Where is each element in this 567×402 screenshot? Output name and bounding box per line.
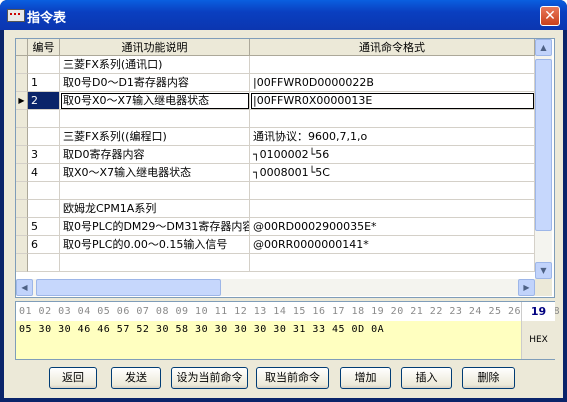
- vertical-scroll-thumb[interactable]: [535, 59, 552, 231]
- scroll-up-icon[interactable]: ▲: [535, 39, 552, 56]
- cell-description[interactable]: 取0号PLC的0.00～0.15输入信号: [60, 236, 250, 254]
- hex-panel: 01 02 03 04 05 06 07 08 09 10 11 12 13 1…: [15, 301, 560, 360]
- column-header-command[interactable]: 通讯命令格式: [250, 39, 535, 56]
- row-indicator[interactable]: [16, 56, 28, 74]
- row-indicator[interactable]: [16, 146, 28, 164]
- cell-description[interactable]: [60, 182, 250, 200]
- row-indicator-header: [16, 39, 28, 56]
- table-row[interactable]: ▶ 2 取0号X0～X7输入继电器状态 |00FFWR0X0000013E: [16, 92, 535, 110]
- send-button[interactable]: 发送: [111, 367, 161, 389]
- window-title: 指令表: [27, 11, 67, 26]
- back-button[interactable]: 返回: [49, 367, 97, 389]
- table-row[interactable]: 3 取D0寄存器内容 ┐0100002└56: [16, 146, 535, 164]
- cell-number[interactable]: [28, 200, 60, 218]
- row-indicator[interactable]: [16, 164, 28, 182]
- horizontal-scroll-thumb[interactable]: [36, 279, 221, 296]
- command-table-window: 指令表 ✕ 编号 通讯功能说明 通讯命令格式 三菱FX系列(通讯口) 1 取0号D0…: [0, 0, 567, 402]
- row-indicator[interactable]: [16, 200, 28, 218]
- cell-number[interactable]: [28, 56, 60, 74]
- cell-number[interactable]: [28, 128, 60, 146]
- row-indicator[interactable]: [16, 236, 28, 254]
- scroll-right-icon[interactable]: ▶: [518, 279, 535, 296]
- column-header-description[interactable]: 通讯功能说明: [60, 39, 250, 56]
- table-row[interactable]: 4 取X0～X7输入继电器状态 ┐0008001└5C: [16, 164, 535, 182]
- table-row[interactable]: [16, 254, 535, 272]
- vertical-scrollbar[interactable]: ▲ ▼: [535, 39, 552, 279]
- close-button[interactable]: ✕: [540, 6, 560, 26]
- cell-number[interactable]: 1: [28, 74, 60, 92]
- cell-description[interactable]: 取X0～X7输入继电器状态: [60, 164, 250, 182]
- table-row[interactable]: [16, 182, 535, 200]
- cell-description[interactable]: [60, 254, 250, 272]
- cell-command[interactable]: [250, 182, 535, 200]
- title-bar[interactable]: 指令表 ✕: [0, 0, 567, 30]
- cell-number[interactable]: [28, 182, 60, 200]
- insert-button[interactable]: 插入: [401, 367, 452, 389]
- dialog-body: 编号 通讯功能说明 通讯命令格式 三菱FX系列(通讯口) 1 取0号D0～D1寄存器…: [4, 30, 563, 398]
- cell-description[interactable]: 三菱FX系列(通讯口): [60, 56, 250, 74]
- get-current-command-button[interactable]: 取当前命令: [256, 367, 329, 389]
- cell-number[interactable]: [28, 110, 60, 128]
- row-indicator[interactable]: [16, 218, 28, 236]
- scroll-left-icon[interactable]: ◀: [16, 279, 33, 296]
- cell-command[interactable]: ┐0008001└5C: [250, 164, 535, 182]
- cell-description[interactable]: 取0号X0～X7输入继电器状态: [60, 92, 250, 110]
- cell-description[interactable]: 取0号D0～D1寄存器内容: [60, 74, 250, 92]
- cell-command[interactable]: [250, 56, 535, 74]
- cell-command[interactable]: @00RD0002900035E*: [250, 218, 535, 236]
- row-indicator[interactable]: [16, 182, 28, 200]
- column-header-number[interactable]: 编号: [28, 39, 60, 56]
- scroll-down-icon[interactable]: ▼: [535, 262, 552, 279]
- cell-description[interactable]: [60, 110, 250, 128]
- table-row[interactable]: 三菱FX系列((编程口) 通讯协议：9600,7,1,o: [16, 128, 535, 146]
- app-icon: [7, 9, 25, 22]
- row-indicator[interactable]: [16, 254, 28, 272]
- table-row[interactable]: 三菱FX系列(通讯口): [16, 56, 535, 74]
- cell-description[interactable]: 取0号PLC的DM29～DM31寄存器内容: [60, 218, 250, 236]
- cell-number[interactable]: 5: [28, 218, 60, 236]
- cell-number[interactable]: 4: [28, 164, 60, 182]
- cell-command[interactable]: [250, 110, 535, 128]
- byte-count: 19: [521, 302, 555, 321]
- cell-command[interactable]: |00FFWR0D0000022B: [250, 74, 535, 92]
- table-row[interactable]: 欧姆龙CPM1A系列: [16, 200, 535, 218]
- cell-number[interactable]: [28, 254, 60, 272]
- current-row-marker-icon[interactable]: ▶: [16, 92, 28, 110]
- cell-description[interactable]: 欧姆龙CPM1A系列: [60, 200, 250, 218]
- cell-number[interactable]: 6: [28, 236, 60, 254]
- cell-command[interactable]: [250, 200, 535, 218]
- command-grid[interactable]: 编号 通讯功能说明 通讯命令格式 三菱FX系列(通讯口) 1 取0号D0～D1寄存器…: [15, 38, 555, 298]
- table-row[interactable]: [16, 110, 535, 128]
- hex-mode-label[interactable]: HEX: [521, 321, 555, 359]
- horizontal-scrollbar[interactable]: ◀ ▶: [16, 279, 535, 296]
- row-indicator[interactable]: [16, 110, 28, 128]
- cell-number[interactable]: 3: [28, 146, 60, 164]
- table-row[interactable]: 5 取0号PLC的DM29～DM31寄存器内容 @00RD0002900035E*: [16, 218, 535, 236]
- cell-command[interactable]: @00RR0000000141*: [250, 236, 535, 254]
- delete-button[interactable]: 删除: [462, 367, 515, 389]
- add-button[interactable]: 增加: [340, 367, 391, 389]
- scrollbar-corner: [535, 279, 552, 296]
- cell-description[interactable]: 三菱FX系列((编程口): [60, 128, 250, 146]
- table-row[interactable]: 1 取0号D0～D1寄存器内容 |00FFWR0D0000022B: [16, 74, 535, 92]
- row-indicator[interactable]: [16, 74, 28, 92]
- row-indicator[interactable]: [16, 128, 28, 146]
- cell-command[interactable]: |00FFWR0X0000013E: [250, 92, 535, 110]
- cell-command[interactable]: 通讯协议：9600,7,1,o: [250, 128, 535, 146]
- byte-index-ruler: 01 02 03 04 05 06 07 08 09 10 11 12 13 1…: [16, 302, 560, 321]
- set-current-command-button[interactable]: 设为当前命令: [171, 367, 248, 389]
- table-row[interactable]: 6 取0号PLC的0.00～0.15输入信号 @00RR0000000141*: [16, 236, 535, 254]
- hex-data-field[interactable]: 05 30 30 46 46 57 52 30 58 30 30 30 30 3…: [19, 324, 384, 335]
- cell-number[interactable]: 2: [28, 92, 60, 110]
- cell-description[interactable]: 取D0寄存器内容: [60, 146, 250, 164]
- cell-command[interactable]: [250, 254, 535, 272]
- cell-command[interactable]: ┐0100002└56: [250, 146, 535, 164]
